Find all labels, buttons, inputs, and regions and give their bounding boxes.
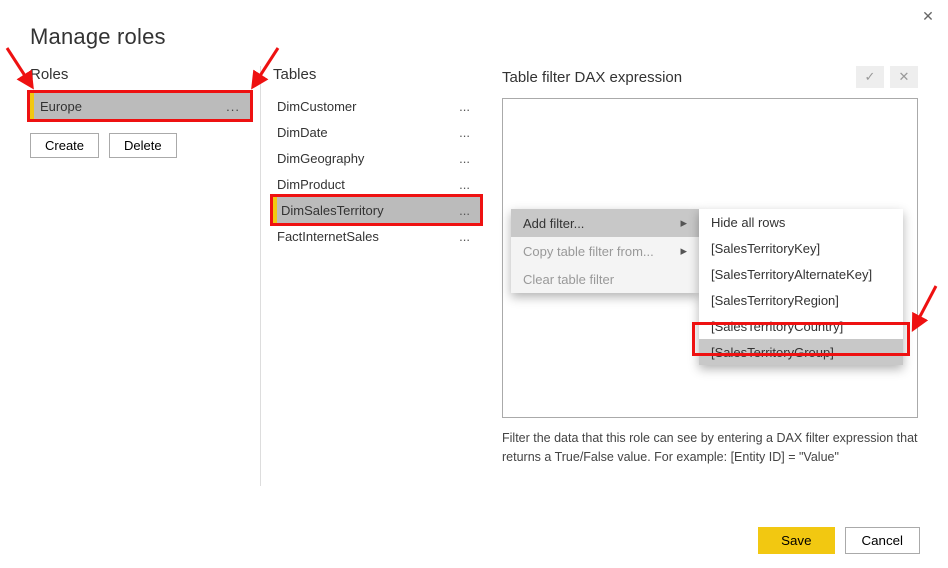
submenu-item-salesterritorygroup[interactable]: [SalesTerritoryGroup] (699, 339, 903, 365)
menu-item-label: Clear table filter (523, 272, 614, 287)
ellipsis-icon[interactable]: ... (459, 177, 470, 192)
tables-header: Tables (273, 66, 480, 83)
table-label: DimDate (277, 125, 328, 140)
save-button[interactable]: Save (758, 527, 834, 554)
table-label: DimSalesTerritory (277, 203, 384, 218)
roles-header: Roles (30, 66, 250, 83)
filter-submenu: Hide all rows[SalesTerritoryKey][SalesTe… (699, 209, 903, 365)
submenu-item-salesterritoryalternatekey[interactable]: [SalesTerritoryAlternateKey] (699, 261, 903, 287)
table-label: DimGeography (277, 151, 364, 166)
ellipsis-icon[interactable]: ... (459, 99, 470, 114)
submenu-item-hide-all-rows[interactable]: Hide all rows (699, 209, 903, 235)
table-item-dimgeography[interactable]: DimGeography... (273, 145, 480, 171)
submenu-item-salesterritorykey[interactable]: [SalesTerritoryKey] (699, 235, 903, 261)
ellipsis-icon[interactable]: ... (459, 125, 470, 140)
expr-help-text: Filter the data that this role can see b… (502, 429, 918, 468)
ellipsis-icon[interactable]: ... (459, 203, 470, 218)
table-label: FactInternetSales (277, 229, 379, 244)
table-item-dimproduct[interactable]: DimProduct... (273, 171, 480, 197)
submenu-item-salesterritorycountry[interactable]: [SalesTerritoryCountry] (699, 313, 903, 339)
role-item-europe[interactable]: Europe ... (30, 93, 250, 119)
menu-item-label: Copy table filter from... (523, 244, 654, 259)
cancel-button[interactable]: Cancel (845, 527, 921, 554)
expr-header: Table filter DAX expression (502, 69, 682, 86)
context-menu: Add filter... ▸ Copy table filter from... ▸… (511, 209, 699, 293)
dialog-title: Manage roles (0, 0, 948, 66)
menu-item-label: Add filter... (523, 216, 584, 231)
close-icon[interactable]: ✕ (918, 6, 938, 26)
role-label: Europe (40, 99, 82, 114)
create-role-button[interactable]: Create (30, 133, 99, 158)
table-item-dimsalesterritory[interactable]: DimSalesTerritory... (273, 197, 480, 223)
delete-role-button[interactable]: Delete (109, 133, 177, 158)
table-label: DimProduct (277, 177, 345, 192)
manage-roles-dialog: ✕ Manage roles Roles Europe ... Create D… (0, 0, 948, 568)
table-item-dimdate[interactable]: DimDate... (273, 119, 480, 145)
menu-item-clear-table-filter: Clear table filter (511, 265, 699, 293)
table-item-dimcustomer[interactable]: DimCustomer... (273, 93, 480, 119)
ellipsis-icon[interactable]: ... (226, 99, 240, 114)
menu-item-add-filter[interactable]: Add filter... ▸ (511, 209, 699, 237)
table-label: DimCustomer (277, 99, 356, 114)
menu-item-copy-table-filter-from: Copy table filter from... ▸ (511, 237, 699, 265)
table-item-factinternetsales[interactable]: FactInternetSales... (273, 223, 480, 249)
submenu-item-salesterritoryregion[interactable]: [SalesTerritoryRegion] (699, 287, 903, 313)
accept-expr-button[interactable]: ✓ (856, 66, 884, 88)
chevron-right-icon: ▸ (680, 215, 687, 231)
chevron-right-icon: ▸ (680, 243, 687, 259)
ellipsis-icon[interactable]: ... (459, 151, 470, 166)
ellipsis-icon[interactable]: ... (459, 229, 470, 244)
discard-expr-button[interactable]: ✕ (890, 66, 918, 88)
